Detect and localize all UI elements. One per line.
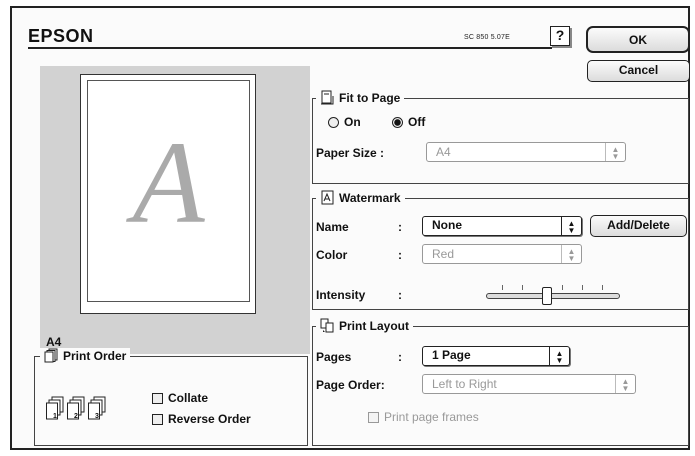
pages-popup[interactable]: 1 Page ▲ ▼ <box>422 346 570 366</box>
print-layout-label: Print Layout <box>339 318 410 333</box>
page-3-number: 3 <box>95 413 99 420</box>
page-1-number: 1 <box>53 413 57 420</box>
print-layout-title: Print Layout <box>316 318 414 333</box>
slider-tick <box>602 285 603 290</box>
print-order-label: Print Order <box>63 348 127 363</box>
question-mark-icon[interactable]: ? <box>550 26 570 46</box>
collate-option[interactable]: Collate <box>152 391 208 405</box>
name-colon: : <box>398 220 402 234</box>
slider-tick <box>582 285 583 290</box>
paper-size-popup[interactable]: A4 ▲ ▼ <box>426 142 626 162</box>
intensity-colon: : <box>398 288 402 302</box>
print-page-frames-option[interactable]: Print page frames <box>368 410 479 424</box>
header-divider <box>28 47 552 49</box>
intensity-slider-track[interactable] <box>486 293 620 299</box>
watermark-title: Watermark <box>316 190 405 205</box>
print-order-title: Print Order <box>40 348 131 363</box>
fit-page-icon <box>321 90 334 105</box>
collate-label: Collate <box>168 391 209 405</box>
watermark-label: Watermark <box>339 190 401 205</box>
watermark-name-label: Name <box>316 220 349 234</box>
slider-tick <box>502 285 503 290</box>
reverse-order-option[interactable]: Reverse Order <box>152 412 251 426</box>
fit-off-radio[interactable] <box>392 116 403 128</box>
paper-size-label: Paper Size : <box>316 146 385 160</box>
up-down-arrows-icon: ▲ ▼ <box>561 245 581 263</box>
layout-icon <box>320 318 334 333</box>
slider-tick <box>562 285 563 290</box>
fit-on-label: On <box>344 115 361 129</box>
fit-on-option[interactable]: On <box>328 115 361 129</box>
watermark-color-value: Red <box>432 247 455 261</box>
collate-checkbox[interactable] <box>152 392 163 404</box>
brand-logo: EPSON <box>28 26 94 46</box>
preview-letter: A <box>132 117 205 248</box>
watermark-color-popup[interactable]: Red ▲ ▼ <box>422 244 582 264</box>
slider-tick <box>522 285 523 290</box>
pages-colon: : <box>398 350 402 364</box>
reverse-order-checkbox[interactable] <box>152 413 163 425</box>
watermark-icon <box>321 190 334 205</box>
pages-label: Pages <box>316 350 352 364</box>
fit-off-label: Off <box>408 115 426 129</box>
stacked-pages-icon <box>44 348 58 363</box>
paper-size-value: A4 <box>436 145 451 159</box>
watermark-name-popup[interactable]: None ▲ ▼ <box>422 216 582 236</box>
ok-button[interactable]: OK <box>586 26 690 53</box>
print-options-dialog: EPSON SC 850 5.07E ? OK Cancel A A4 Prin… <box>10 6 690 450</box>
watermark-color-label: Color <box>316 248 348 262</box>
up-down-arrows-icon: ▲ ▼ <box>549 347 569 365</box>
watermark-name-value: None <box>432 218 462 232</box>
intensity-slider-thumb[interactable] <box>541 287 552 305</box>
pages-value: 1 Page <box>432 348 471 362</box>
add-delete-button[interactable]: Add/Delete <box>590 215 687 237</box>
fit-on-radio[interactable] <box>328 116 339 128</box>
up-down-arrows-icon: ▲ ▼ <box>615 375 635 393</box>
print-page-frames-checkbox[interactable] <box>368 411 379 423</box>
driver-version: SC 850 5.07E <box>464 34 510 41</box>
preview-paper-size: A4 <box>46 335 62 349</box>
up-down-arrows-icon: ▲ ▼ <box>561 217 581 235</box>
intensity-label: Intensity <box>316 288 366 302</box>
fit-to-page-label: Fit to Page <box>339 90 401 105</box>
page-order-popup[interactable]: Left to Right ▲ ▼ <box>422 374 636 394</box>
cancel-button[interactable]: Cancel <box>587 60 690 82</box>
fit-to-page-title: Fit to Page <box>316 90 405 105</box>
fit-off-option[interactable]: Off <box>392 115 425 129</box>
print-page-frames-label: Print page frames <box>384 410 479 424</box>
page-order-value: Left to Right <box>432 377 497 391</box>
page-order-label: Page Order: <box>316 378 385 392</box>
fit-to-page-group <box>312 98 689 184</box>
page-2-number: 2 <box>74 413 78 420</box>
color-colon: : <box>398 248 402 262</box>
up-down-arrows-icon: ▲ ▼ <box>605 143 625 161</box>
reverse-order-label: Reverse Order <box>168 412 251 426</box>
